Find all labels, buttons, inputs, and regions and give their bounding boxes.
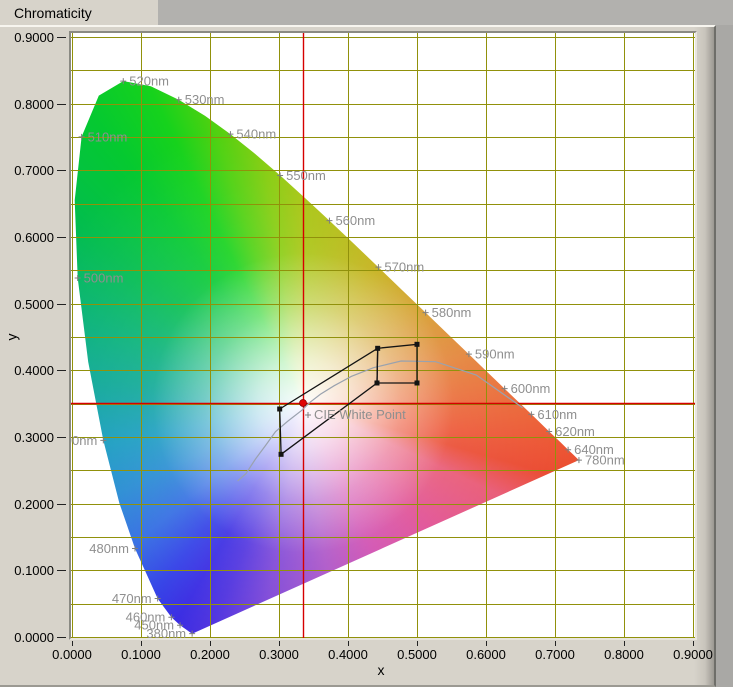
wavelength-tick-570nm: [375, 264, 381, 270]
x-axis-title: x: [366, 662, 396, 678]
wavelength-tick-780nm: [576, 457, 582, 463]
y-axis-tick: [57, 504, 66, 505]
x-axis-tick: [624, 641, 625, 646]
y-axis-tick: [57, 370, 66, 371]
wavelength-label-560nm: 560nm: [335, 213, 375, 228]
wavelength-tick-600nm: [502, 386, 508, 392]
gamut-quad-vertex-marker: [374, 380, 379, 385]
wavelength-tick-620nm: [546, 428, 552, 434]
x-axis-tick-label: 0.4000: [322, 647, 374, 662]
wavelength-label-600nm: 600nm: [511, 381, 551, 396]
y-axis-tick-label: 0.3000: [6, 430, 54, 445]
y-axis-tick-label: 0.2000: [6, 497, 54, 512]
window-right-edge: [716, 25, 733, 687]
wavelength-tick-480nm: [132, 546, 138, 552]
x-axis-tick: [486, 641, 487, 646]
wavelength-tick-380nm: [189, 631, 195, 637]
plot-overlay-svg: 380nm450nm460nm470nm480nm490nm500nm510nm…: [71, 33, 695, 638]
y-axis-tick: [57, 104, 66, 105]
y-axis-tick: [57, 237, 66, 238]
y-axis-tick: [57, 570, 66, 571]
y-axis-tick-label: 0.7000: [6, 163, 54, 178]
y-axis-tick: [57, 37, 66, 38]
wavelength-tick-560nm: [326, 218, 332, 224]
x-axis-tick-label: 0.5000: [391, 647, 443, 662]
wavelength-label-780nm: 780nm: [585, 453, 625, 468]
x-axis-tick: [348, 641, 349, 646]
x-axis-tick-label: 0.3000: [253, 647, 305, 662]
wavelength-label-500nm: 500nm: [84, 271, 124, 286]
x-axis-tick: [279, 641, 280, 646]
wavelength-label-460nm: 460nm: [126, 610, 166, 625]
wavelength-label-570nm: 570nm: [384, 260, 424, 275]
y-axis-tick: [57, 437, 66, 438]
wavelength-label-470nm: 470nm: [112, 591, 152, 606]
wavelength-tick-530nm: [176, 97, 182, 103]
y-axis-tick-label: 0.4000: [6, 363, 54, 378]
wavelength-label-510nm: 510nm: [88, 129, 128, 144]
wavelength-tick-520nm: [120, 78, 126, 84]
wavelength-tick-550nm: [277, 172, 283, 178]
x-axis-tick-label: 0.1000: [115, 647, 167, 662]
wavelength-label-550nm: 550nm: [286, 168, 326, 183]
wavelength-tick-500nm: [75, 275, 81, 281]
x-axis-tick: [72, 641, 73, 646]
gamut-quad-vertex-marker: [415, 342, 420, 347]
white-point-label: CIE White Point: [314, 407, 406, 422]
x-axis-tick: [417, 641, 418, 646]
wavelength-label-540nm: 540nm: [236, 127, 276, 142]
x-axis-tick-label: 0.8000: [598, 647, 650, 662]
panel-right-shading: [694, 27, 714, 685]
x-axis-tick: [210, 641, 211, 646]
y-axis-tick-label: 0.5000: [6, 297, 54, 312]
chromaticity-window: Chromaticity 380nm450nm460nm470nm480nm49…: [0, 0, 733, 687]
gamut-quad: [280, 348, 378, 454]
gamut-quad-vertex-marker: [279, 452, 284, 457]
wavelength-label-480nm: 480nm: [89, 541, 129, 556]
y-axis-tick-label: 0.6000: [6, 230, 54, 245]
window-title: Chromaticity: [0, 0, 158, 26]
wavelength-label-520nm: 520nm: [129, 74, 169, 89]
wavelength-label-620nm: 620nm: [555, 424, 595, 439]
y-axis-tick: [57, 637, 66, 638]
y-axis-title: y: [4, 334, 20, 341]
wavelength-tick-590nm: [466, 351, 472, 357]
white-point-marker: [300, 399, 307, 406]
y-axis-tick-label: 0.9000: [6, 30, 54, 45]
x-axis-tick-label: 0.6000: [460, 647, 512, 662]
gamut-quad-vertex-marker: [415, 380, 420, 385]
gamut-quad: [377, 344, 417, 383]
x-axis-tick: [693, 641, 694, 646]
y-axis-tick-label: 0.0000: [6, 630, 54, 645]
plot-canvas[interactable]: 380nm450nm460nm470nm480nm490nm500nm510nm…: [71, 33, 695, 638]
y-axis-tick: [57, 170, 66, 171]
gamut-quad-vertex-marker: [375, 346, 380, 351]
y-axis-tick: [57, 304, 66, 305]
x-axis-tick-label: 0.7000: [529, 647, 581, 662]
wavelength-tick-470nm: [155, 595, 161, 601]
window-title-bar: Chromaticity: [0, 0, 158, 25]
x-axis-tick-label: 0.9000: [667, 647, 719, 662]
wavelength-tick-540nm: [227, 131, 233, 137]
chromaticity-plot-frame: 380nm450nm460nm470nm480nm490nm500nm510nm…: [69, 31, 697, 640]
x-axis-tick-label: 0.0000: [46, 647, 98, 662]
y-axis-tick-label: 0.8000: [6, 97, 54, 112]
wavelength-label-530nm: 530nm: [185, 92, 225, 107]
gamut-quad-vertex-marker: [277, 406, 282, 411]
wavelength-tick-510nm: [79, 134, 85, 140]
wavelength-tick-490nm: [100, 437, 106, 443]
wavelength-label-490nm: 490nm: [71, 433, 97, 448]
wavelength-tick-640nm: [565, 447, 571, 453]
wavelength-tick-580nm: [423, 310, 429, 316]
y-axis-tick-label: 0.1000: [6, 563, 54, 578]
wavelength-label-610nm: 610nm: [537, 407, 577, 422]
x-axis-tick: [555, 641, 556, 646]
x-axis-tick: [141, 641, 142, 646]
white-point-label-tick: [305, 412, 311, 418]
wavelength-tick-610nm: [528, 411, 534, 417]
wavelength-label-590nm: 590nm: [475, 347, 515, 362]
x-axis-tick-label: 0.2000: [184, 647, 236, 662]
wavelength-label-580nm: 580nm: [432, 305, 472, 320]
